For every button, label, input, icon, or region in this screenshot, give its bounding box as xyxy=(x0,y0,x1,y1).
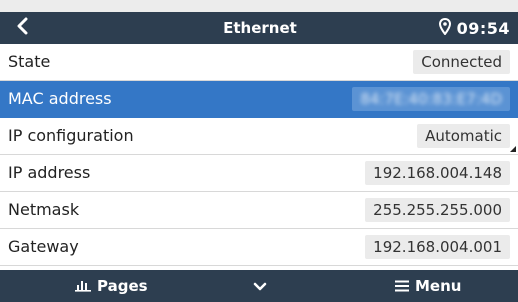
settings-list: State Connected MAC address 84:7E:40:83:… xyxy=(0,44,518,266)
ethernet-screen: Ethernet 09:54 State Connected MAC addre… xyxy=(0,12,518,302)
mac-address-value-text: 84:7E:40:83:E7:4D xyxy=(360,90,502,108)
row-gateway[interactable]: Gateway 192.168.004.001 xyxy=(0,229,518,266)
location-pin-icon xyxy=(438,17,451,39)
ip-configuration-value: Automatic xyxy=(417,124,510,148)
back-button[interactable] xyxy=(8,14,36,42)
menu-label: Menu xyxy=(415,277,462,295)
ip-address-label: IP address xyxy=(8,163,91,182)
hamburger-icon xyxy=(395,277,409,296)
chevron-left-icon xyxy=(15,17,29,39)
state-label: State xyxy=(8,52,51,71)
bar-chart-icon xyxy=(75,277,91,296)
bottom-bar: Pages Menu xyxy=(0,270,518,302)
state-value: Connected xyxy=(413,50,510,74)
page-title: Ethernet xyxy=(223,19,297,37)
pages-label: Pages xyxy=(97,277,148,295)
gateway-value: 192.168.004.001 xyxy=(365,235,510,259)
row-ip-address[interactable]: IP address 192.168.004.148 xyxy=(0,155,518,192)
clock-time: 09:54 xyxy=(456,18,510,38)
row-ip-configuration[interactable]: IP configuration Automatic xyxy=(0,118,518,155)
row-mac-address[interactable]: MAC address 84:7E:40:83:E7:4D xyxy=(0,81,518,118)
pages-button[interactable]: Pages xyxy=(75,270,148,302)
chevron-down-icon xyxy=(253,277,267,296)
mac-address-label: MAC address xyxy=(8,89,112,108)
ip-address-value: 192.168.004.148 xyxy=(365,161,510,185)
ip-configuration-label: IP configuration xyxy=(8,126,134,145)
netmask-label: Netmask xyxy=(8,200,80,219)
top-bar: Ethernet 09:54 xyxy=(0,12,518,44)
netmask-value: 255.255.255.000 xyxy=(365,198,510,222)
status-clock: 09:54 xyxy=(438,12,510,44)
row-state[interactable]: State Connected xyxy=(0,44,518,81)
submenu-corner-indicator xyxy=(510,146,516,152)
row-netmask[interactable]: Netmask 255.255.255.000 xyxy=(0,192,518,229)
menu-button[interactable]: Menu xyxy=(395,270,461,302)
gateway-label: Gateway xyxy=(8,237,79,256)
mac-address-value: 84:7E:40:83:E7:4D xyxy=(352,87,510,111)
collapse-button[interactable] xyxy=(248,270,272,302)
